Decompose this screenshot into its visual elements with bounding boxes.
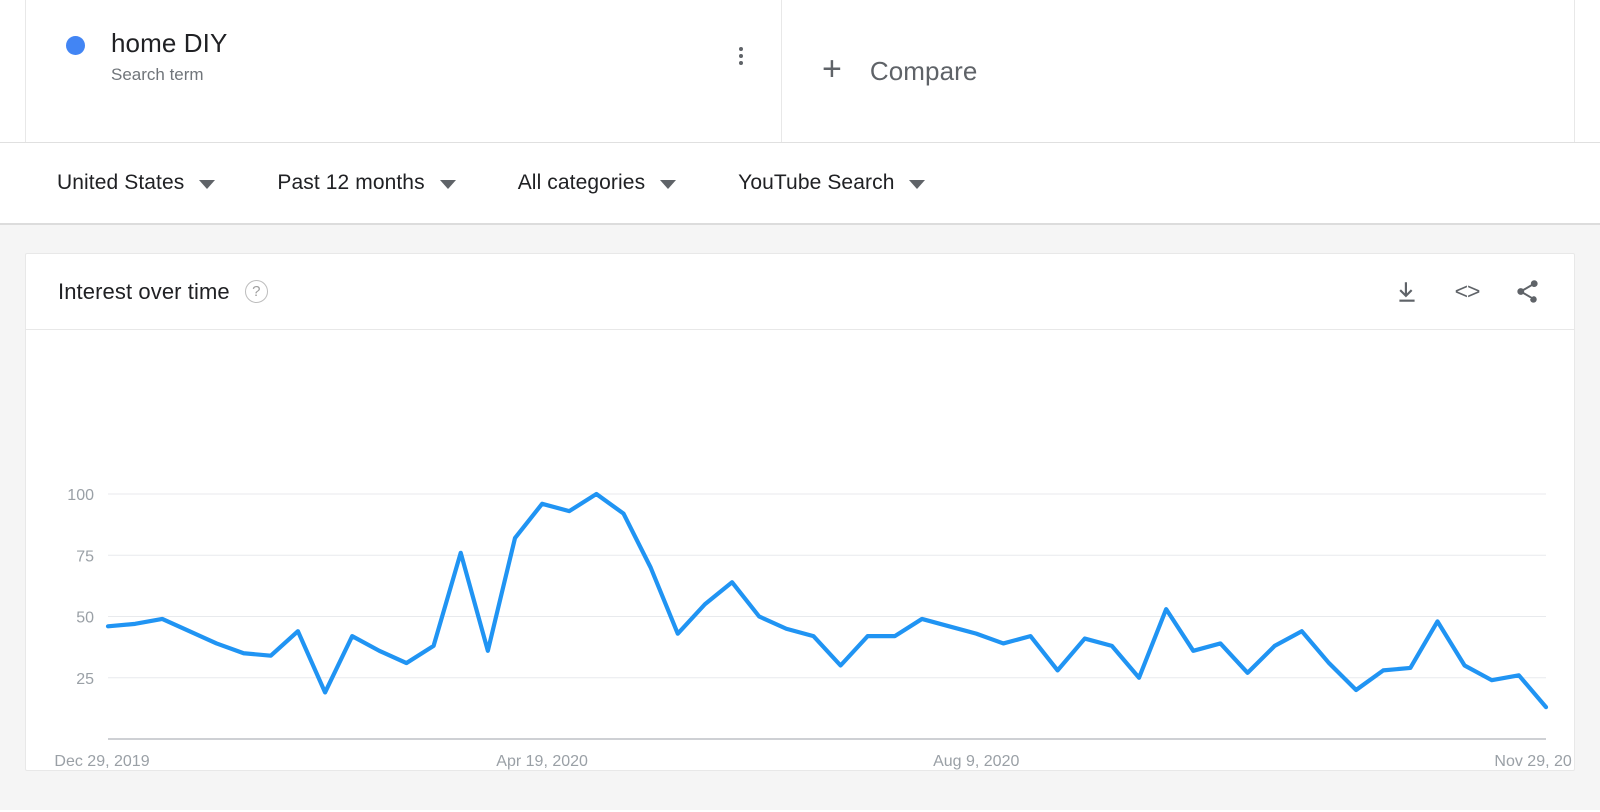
compare-label: Compare [870,56,978,87]
filter-location-label: United States [57,171,184,195]
chevron-down-icon [909,180,925,189]
filter-search-type[interactable]: YouTube Search [738,171,925,195]
search-term-card[interactable]: home DIY Search term [25,0,782,142]
card-actions: <> [1392,277,1542,307]
chart-area: 25 50 75 100 Dec 29, 2019 Apr 19, 2020 Aug 9, … [26,330,1574,770]
plus-icon: + [822,52,842,86]
kebab-dot [739,47,743,51]
page-title: Interest over time [58,279,230,305]
x-axis-tick-label: Apr 19, 2020 [496,753,588,770]
y-axis-tick-label: 100 [67,487,94,504]
filter-time-range-label: Past 12 months [277,171,424,195]
page-body: Interest over time ? <> 255075100De [0,225,1600,810]
term-bar: home DIY Search term + Compare [0,0,1600,143]
y-axis-tick-label: 25 [76,671,94,688]
filter-search-type-label: YouTube Search [738,171,894,195]
x-axis-tick-label: Dec 29, 2019 [54,753,149,770]
x-axis-tick-label: Nov 29, 2020 [1494,753,1572,770]
kebab-dot [739,54,743,58]
search-term-subtitle: Search term [111,65,227,85]
y-axis-tick-label: 50 [76,610,94,627]
interest-over-time-card: Interest over time ? <> 255075100De [25,253,1575,771]
chevron-down-icon [440,180,456,189]
filter-location[interactable]: United States [57,171,215,195]
filter-category[interactable]: All categories [518,171,676,195]
trend-line-series[interactable] [108,494,1546,707]
embed-icon[interactable]: <> [1452,277,1482,307]
series-color-dot [66,36,85,55]
share-icon[interactable] [1512,277,1542,307]
help-icon[interactable]: ? [245,280,268,303]
download-icon[interactable] [1392,277,1422,307]
chevron-down-icon [199,180,215,189]
filter-time-range[interactable]: Past 12 months [277,171,455,195]
search-term-title: home DIY [111,28,227,58]
filter-category-label: All categories [518,171,645,195]
x-axis-tick-label: Aug 9, 2020 [933,753,1019,770]
y-axis-tick-label: 75 [76,548,94,565]
kebab-menu-icon[interactable] [729,44,753,68]
kebab-dot [739,61,743,65]
add-comparison-button[interactable]: + Compare [782,0,1575,142]
chevron-down-icon [660,180,676,189]
card-header: Interest over time ? <> [26,254,1574,330]
filter-bar: United States Past 12 months All categor… [0,143,1600,225]
interest-over-time-line-chart[interactable]: 25 50 75 100 Dec 29, 2019 Apr 19, 2020 Aug 9, … [26,330,1572,770]
term-text-group: home DIY Search term [111,28,227,85]
